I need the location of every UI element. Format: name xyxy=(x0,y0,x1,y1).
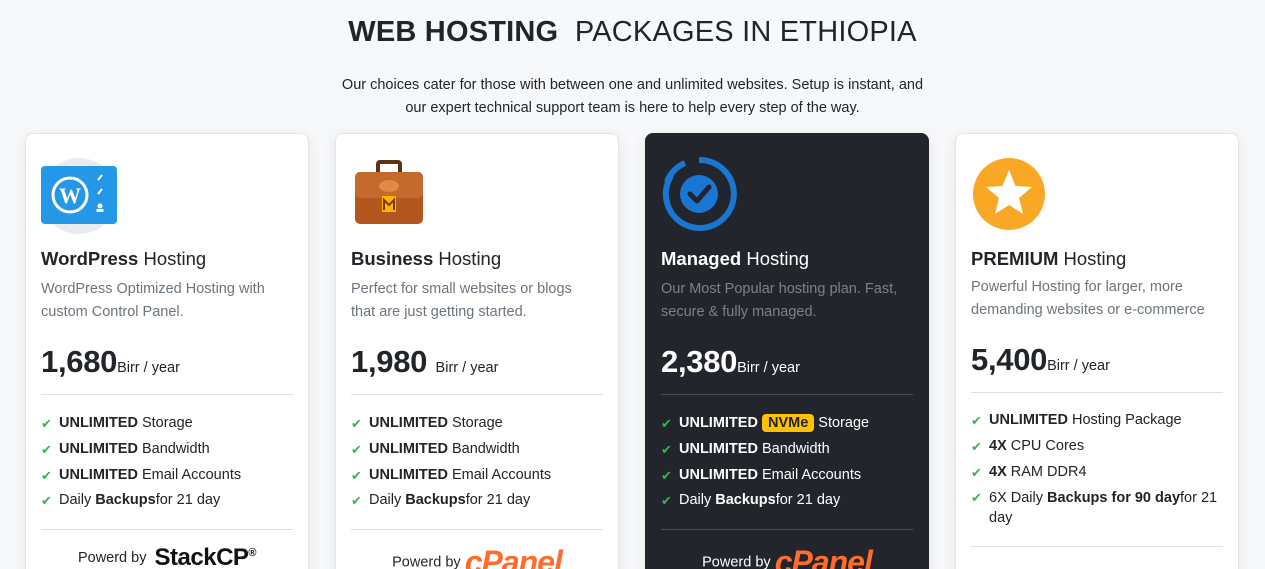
check-icon: ✔ xyxy=(661,441,672,457)
feature-item: ✔ 4X RAM DDR4 xyxy=(971,460,1226,486)
powered-by: Powerd by cPanel xyxy=(661,544,913,569)
page-title-light: PACKAGES IN ETHIOPIA xyxy=(574,16,917,48)
plan-description: Our Most Popular hosting plan. Fast, sec… xyxy=(661,281,898,320)
page-title: WEB HOSTING PACKAGES IN ETHIOPIA xyxy=(0,16,1265,49)
feature-item: ✔ UNLIMITED Storage xyxy=(41,411,296,437)
plan-card-wordpress[interactable]: W WordPress Hosting WordPress Optimized … xyxy=(25,133,309,569)
check-icon: ✔ xyxy=(351,441,362,457)
check-icon: ✔ xyxy=(351,416,362,431)
plan-name: WordPress Hosting xyxy=(41,248,207,269)
check-icon: ✔ xyxy=(41,416,52,431)
plan-price: 1,980 Birr / year xyxy=(351,344,499,379)
feature-list: ✔ UNLIMITED Hosting Package ✔ 4X CPU Cores… xyxy=(971,408,1226,528)
star-icon xyxy=(971,156,1047,232)
feature-item: ✔ UNLIMITED NVMe Storage xyxy=(661,411,916,437)
check-icon: ✔ xyxy=(41,441,52,457)
plan-description: WordPress Optimized Hosting with custom … xyxy=(41,281,265,320)
feature-item: ✔ UNLIMITED Email Accounts xyxy=(41,463,296,489)
divider xyxy=(41,529,293,530)
check-icon: ✔ xyxy=(971,464,982,480)
briefcase-icon xyxy=(351,158,427,234)
feature-item: ✔ UNLIMITED Bandwidth xyxy=(41,437,296,463)
feature-item: ✔ Daily Backupsfor 21 day xyxy=(41,488,296,514)
divider xyxy=(661,394,913,395)
divider xyxy=(971,392,1223,393)
plan-name: PREMIUM Hosting xyxy=(971,248,1127,269)
divider xyxy=(41,394,293,395)
feature-item: ✔ UNLIMITED Bandwidth xyxy=(661,437,916,463)
page-subtitle: Our choices cater for those with between… xyxy=(0,74,1265,120)
feature-item: ✔ UNLIMITED Storage xyxy=(351,411,606,437)
subtitle-line-2: our expert technical support team is her… xyxy=(405,100,860,116)
feature-item: ✔ Daily Backupsfor 21 day xyxy=(661,488,916,514)
feature-item: ✔ UNLIMITED Email Accounts xyxy=(351,463,606,489)
check-icon: ✔ xyxy=(971,438,982,454)
plan-name: Managed Hosting xyxy=(661,248,810,269)
feature-item: ✔ Daily Backupsfor 21 day xyxy=(351,488,606,514)
plan-card-managed[interactable]: Managed Hosting Our Most Popular hosting… xyxy=(645,133,929,569)
feature-list: ✔ UNLIMITED NVMe Storage ✔ UNLIMITED Bandw… xyxy=(661,411,916,514)
plan-description: Perfect for small websites or blogs that… xyxy=(351,281,572,320)
plan-name: Business Hosting xyxy=(351,248,502,269)
divider xyxy=(351,529,603,530)
feature-item: ✔ 4X CPU Cores xyxy=(971,434,1226,460)
feature-item: ✔ UNLIMITED Hosting Package xyxy=(971,408,1226,434)
check-icon: ✔ xyxy=(661,416,672,431)
divider xyxy=(661,529,913,530)
feature-item: ✔ 6X Daily Backups for 90 dayfor 21 day xyxy=(971,490,1218,527)
plan-price: 2,380Birr / year xyxy=(661,344,800,379)
divider xyxy=(351,394,603,395)
page-title-bold: WEB HOSTING xyxy=(348,16,559,48)
feature-list: ✔ UNLIMITED Storage ✔ UNLIMITED Bandwidth … xyxy=(41,411,296,514)
check-icon: ✔ xyxy=(971,413,982,428)
check-icon: ✔ xyxy=(661,467,672,483)
stackcp-logo: StackCP® xyxy=(154,544,257,569)
powered-by: Powerd by cPanel xyxy=(351,544,603,569)
plan-price: 1,680Birr / year xyxy=(41,344,180,379)
wordpress-icon: W xyxy=(41,158,117,234)
divider xyxy=(971,546,1223,547)
plan-card-business[interactable]: Business Hosting Perfect for small websi… xyxy=(335,133,619,569)
check-icon: ✔ xyxy=(661,493,672,509)
plan-description: Powerful Hosting for larger, more demand… xyxy=(971,279,1205,318)
feature-item: ✔ UNLIMITED Email Accounts xyxy=(661,463,916,489)
cpanel-logo: cPanel xyxy=(774,544,873,569)
plan-card-premium[interactable]: PREMIUM Hosting Powerful Hosting for lar… xyxy=(955,133,1239,569)
managed-check-icon xyxy=(661,156,737,232)
powered-by: Powerd by StackCP® xyxy=(77,544,257,569)
feature-item: ✔ UNLIMITED Bandwidth xyxy=(351,437,606,463)
plan-price: 5,400Birr / year xyxy=(971,342,1110,377)
check-icon: ✔ xyxy=(351,467,362,483)
subtitle-line-1: Our choices cater for those with between… xyxy=(341,77,924,93)
check-icon: ✔ xyxy=(971,490,982,506)
check-icon: ✔ xyxy=(41,493,52,509)
check-icon: ✔ xyxy=(351,493,362,509)
nvme-badge: NVMe xyxy=(761,414,815,432)
svg-text:W: W xyxy=(59,183,81,208)
feature-list: ✔ UNLIMITED Storage ✔ UNLIMITED Bandwidth … xyxy=(351,411,606,514)
check-icon: ✔ xyxy=(41,467,52,483)
cpanel-logo: cPanel xyxy=(464,544,563,569)
